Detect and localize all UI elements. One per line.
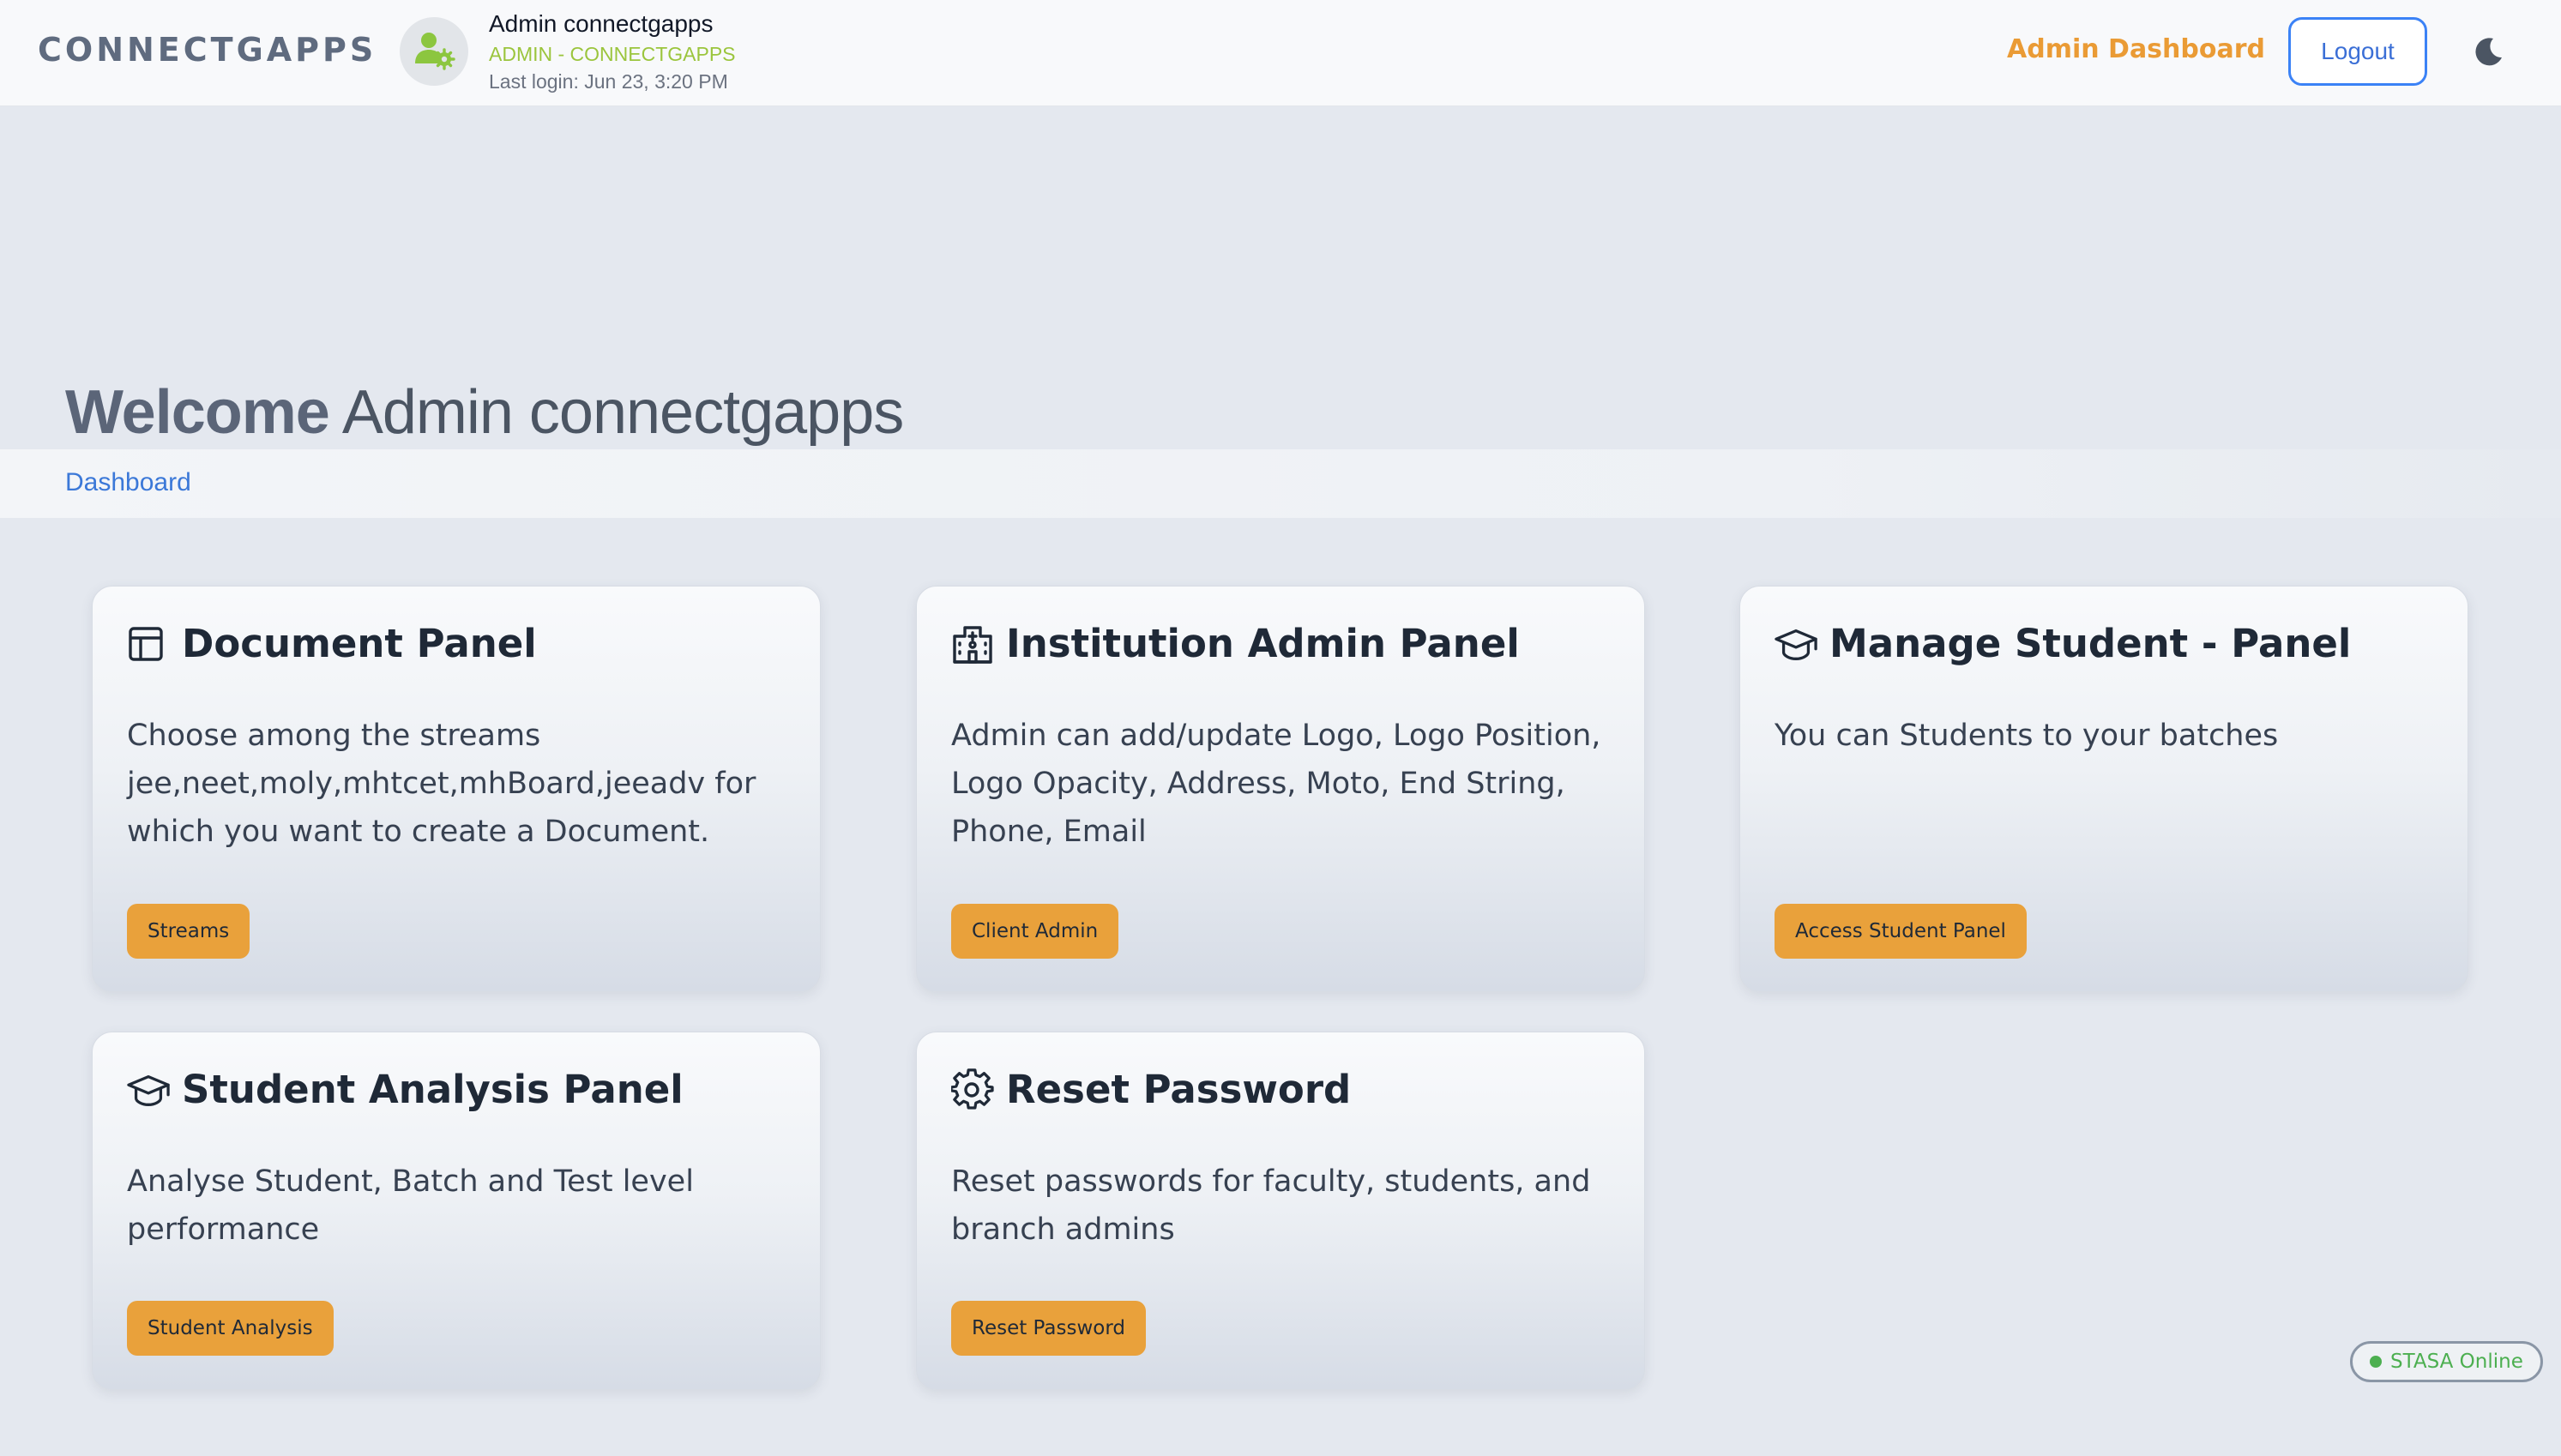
admin-dashboard-link[interactable]: Admin Dashboard: [2007, 34, 2265, 64]
card-header: Manage Student - Panel: [1775, 621, 2351, 666]
reset-password-card: Reset Password Reset passwords for facul…: [916, 1032, 1645, 1390]
card-title: Reset Password: [1006, 1067, 1352, 1112]
card-header: Institution Admin Panel: [951, 621, 1520, 666]
reset-password-button[interactable]: Reset Password: [951, 1301, 1146, 1356]
student-analysis-button[interactable]: Student Analysis: [127, 1301, 334, 1356]
page-title: Welcome Admin connectgapps: [65, 377, 904, 448]
online-dot-icon: [2370, 1356, 2382, 1368]
card-title: Document Panel: [182, 621, 537, 666]
user-name: Admin connectgapps: [489, 10, 714, 37]
breadcrumb-dashboard[interactable]: Dashboard: [65, 468, 191, 497]
card-title: Student Analysis Panel: [182, 1067, 684, 1112]
graduation-cap-icon: [1775, 623, 1817, 665]
card-description: Choose among the streams jee,neet,moly,m…: [127, 719, 756, 849]
card-header: Document Panel: [127, 621, 537, 666]
card-title: Manage Student - Panel: [1829, 621, 2352, 666]
last-login: Last login: Jun 23, 3:20 PM: [489, 70, 728, 93]
theme-toggle-button[interactable]: [2470, 34, 2508, 72]
status-label: STASA Online: [2390, 1351, 2523, 1373]
moon-icon: [2473, 35, 2505, 71]
user-role: ADMIN - CONNECTGAPPS: [489, 43, 736, 65]
logout-button[interactable]: Logout: [2288, 17, 2427, 86]
user-gear-icon: [412, 27, 456, 75]
top-navbar: CONNECTGAPPS Admin connectgapps ADMIN - …: [0, 0, 2561, 106]
student-analysis-panel-card: Student Analysis Panel Analyse Student, …: [92, 1032, 821, 1390]
card-description: You can Students to your batches: [1775, 719, 2279, 753]
access-student-panel-button[interactable]: Access Student Panel: [1775, 904, 2027, 959]
layout-icon: [127, 623, 170, 665]
brand-logo[interactable]: CONNECTGAPPS: [38, 31, 377, 69]
gear-icon: [951, 1068, 994, 1111]
welcome-user-name: Admin connectgapps: [341, 378, 904, 447]
card-description: Admin can add/update Logo, Logo Position…: [951, 719, 1601, 849]
breadcrumb: Dashboard: [0, 449, 2561, 518]
manage-student-panel-card: Manage Student - Panel You can Students …: [1739, 586, 2468, 992]
card-description: Reset passwords for faculty, students, a…: [951, 1164, 1591, 1247]
client-admin-button[interactable]: Client Admin: [951, 904, 1119, 959]
card-header: Student Analysis Panel: [127, 1067, 684, 1112]
document-panel-card: Document Panel Choose among the streams …: [92, 586, 821, 992]
institution-admin-panel-card: Institution Admin Panel Admin can add/up…: [916, 586, 1645, 992]
status-badge[interactable]: STASA Online: [2350, 1341, 2543, 1382]
card-header: Reset Password: [951, 1067, 1351, 1112]
graduation-cap-icon: [127, 1068, 170, 1111]
welcome-word: Welcome: [65, 378, 330, 447]
building-icon: [951, 623, 994, 665]
card-description: Analyse Student, Batch and Test level pe…: [127, 1164, 694, 1247]
avatar[interactable]: [400, 17, 468, 86]
card-title: Institution Admin Panel: [1006, 621, 1520, 666]
streams-button[interactable]: Streams: [127, 904, 250, 959]
